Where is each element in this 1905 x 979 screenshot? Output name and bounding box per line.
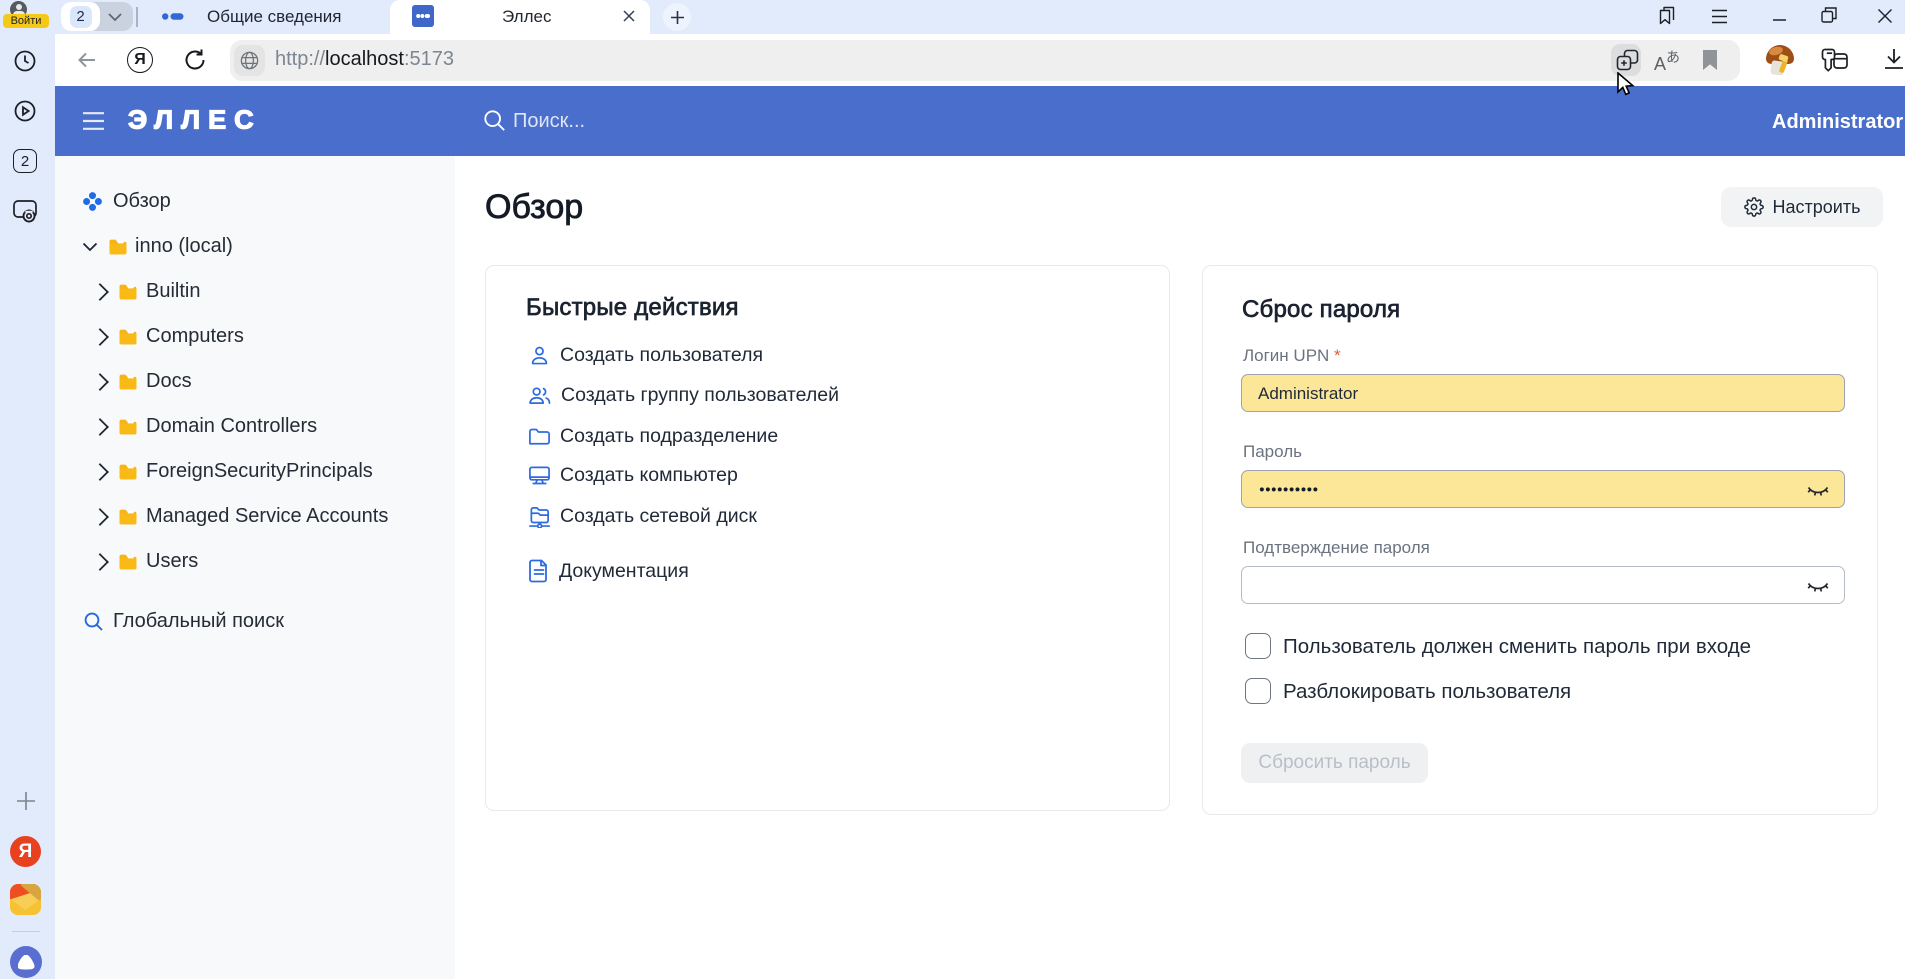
svg-text:あ: あ	[1666, 49, 1680, 65]
svg-text:A: A	[1654, 54, 1666, 73]
